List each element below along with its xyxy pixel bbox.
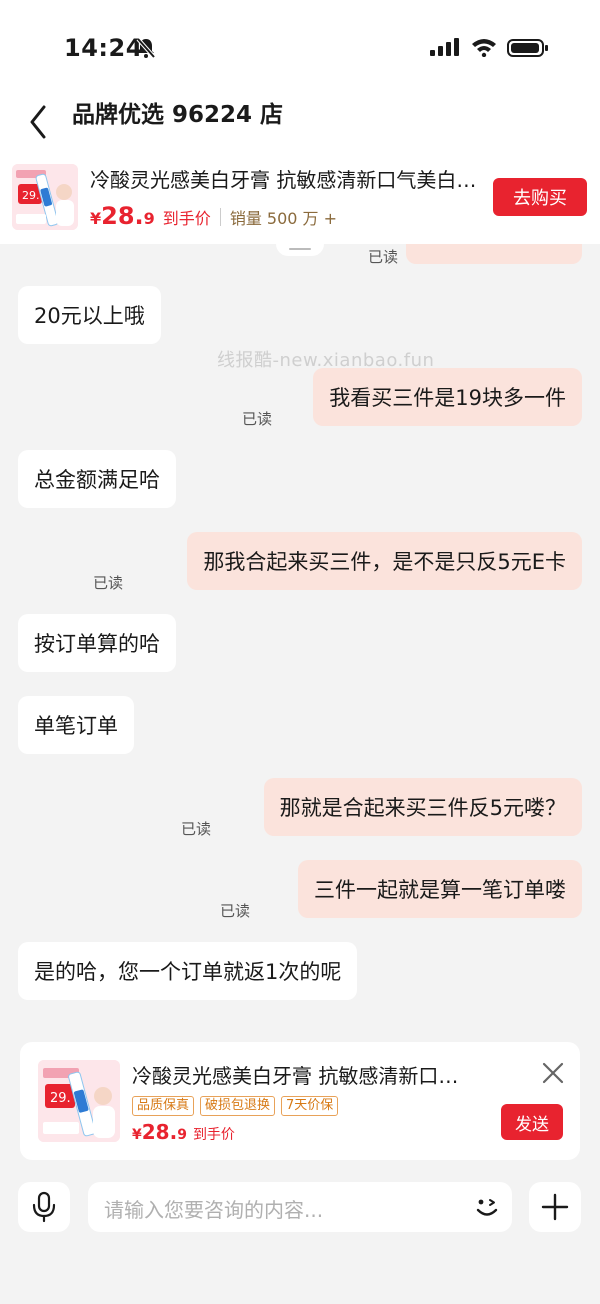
message-bubble-received: 按订单算的哈 (18, 614, 176, 672)
status-time: 14:24 (64, 34, 143, 62)
card-thumb-price-text: 29. (50, 1091, 71, 1106)
product-card-name: 冷酸灵光感美白牙膏 抗敏感清新口气美白牙膏 (132, 1064, 472, 1088)
bell-muted-icon (136, 37, 156, 63)
thumb-price-text: 29. (22, 189, 40, 202)
product-price: ¥ 28. 9 到手价 销量 500 万 + (90, 202, 337, 232)
price-decimal: 9 (143, 209, 155, 228)
send-button[interactable]: 发送 (501, 1104, 563, 1140)
tag-price-protect: 7天价保 (281, 1096, 339, 1116)
message-bubble-sent: 三件一起就是算一笔订单喽 (298, 860, 582, 918)
more-button[interactable] (529, 1182, 581, 1232)
price-decimal: 9 (177, 1127, 187, 1143)
message-bubble-partial (406, 244, 582, 264)
tag-authentic: 品质保真 (132, 1096, 195, 1116)
chat-messages[interactable]: 已读 20元以上哦 线报酷-new.xianbao.fun 我看买三件是19块多… (0, 244, 600, 1034)
cellular-signal-icon (430, 38, 462, 62)
read-receipt: 已读 (220, 902, 251, 920)
product-name: 冷酸灵光感美白牙膏 抗敏感清新口气美白牙膏 (90, 168, 480, 192)
sales-count: 销量 500 万 + (229, 209, 338, 228)
message-bubble-received: 单笔订单 (18, 696, 134, 754)
buy-button[interactable]: 去购买 (493, 178, 587, 216)
message-bubble-received: 总金额满足哈 (18, 450, 176, 508)
emoji-wink-icon (476, 1199, 498, 1216)
input-placeholder: 请输入您要咨询的内容... (104, 1198, 324, 1222)
price-symbol: ¥ (90, 209, 102, 228)
chat-header: 品牌优选 96224 店 (0, 90, 600, 150)
price-integer: 28. (101, 202, 144, 230)
price-label: 到手价 (162, 209, 211, 228)
close-icon (542, 1062, 564, 1084)
plus-icon (541, 1193, 569, 1221)
shop-title: 品牌优选 96224 店 (72, 102, 284, 128)
microphone-icon (32, 1191, 56, 1223)
product-card[interactable]: 29. 冷酸灵光感美白牙膏 抗敏感清新口气美白牙膏 品质保真 破损包退换 7天价… (20, 1042, 580, 1160)
message-bubble-sent: 那就是合起来买三件反5元喽？ (263, 778, 582, 836)
product-card-price: ¥ 28. 9 到手价 (132, 1120, 235, 1144)
close-button[interactable] (540, 1060, 566, 1086)
product-banner[interactable]: 29. 冷酸灵光感美白牙膏 抗敏感清新口气美白牙膏 ¥ 28. 9 到手价 销量… (0, 150, 600, 244)
chevron-left-icon (30, 105, 46, 139)
message-bubble-sent: 那我合起来买三件，是不是只反5元E卡 (187, 532, 582, 590)
status-bar: 14:24 (0, 0, 600, 90)
message-bubble-received: 20元以上哦 (18, 286, 161, 344)
product-card-thumbnail: 29. (38, 1060, 120, 1142)
price-symbol: ¥ (132, 1127, 142, 1143)
wifi-icon (471, 37, 497, 61)
battery-icon (507, 38, 549, 62)
price-label: 到手价 (192, 1127, 235, 1143)
price-integer: 28. (141, 1120, 178, 1144)
tag-damage-return: 破损包退换 (200, 1096, 276, 1116)
read-receipt: 已读 (181, 820, 212, 838)
read-receipt: 已读 (368, 248, 399, 266)
read-receipt: 已读 (93, 574, 124, 592)
message-bubble-received: 是的哈，您一个订单就返1次的呢 (18, 942, 358, 1000)
message-bubble-sent: 我看买三件是19块多一件 (313, 368, 582, 426)
back-button[interactable] (22, 98, 62, 142)
emoji-button[interactable] (472, 1192, 502, 1222)
voice-button[interactable] (18, 1182, 70, 1232)
divider (219, 208, 221, 226)
read-receipt: 已读 (242, 410, 273, 428)
product-thumbnail: 29. (12, 164, 78, 230)
product-tags: 品质保真 破损包退换 7天价保 (132, 1096, 339, 1116)
input-bar: 请输入您要咨询的内容... (0, 1170, 600, 1304)
message-input[interactable]: 请输入您要咨询的内容... (88, 1182, 512, 1232)
collapse-handle[interactable] (276, 244, 324, 256)
